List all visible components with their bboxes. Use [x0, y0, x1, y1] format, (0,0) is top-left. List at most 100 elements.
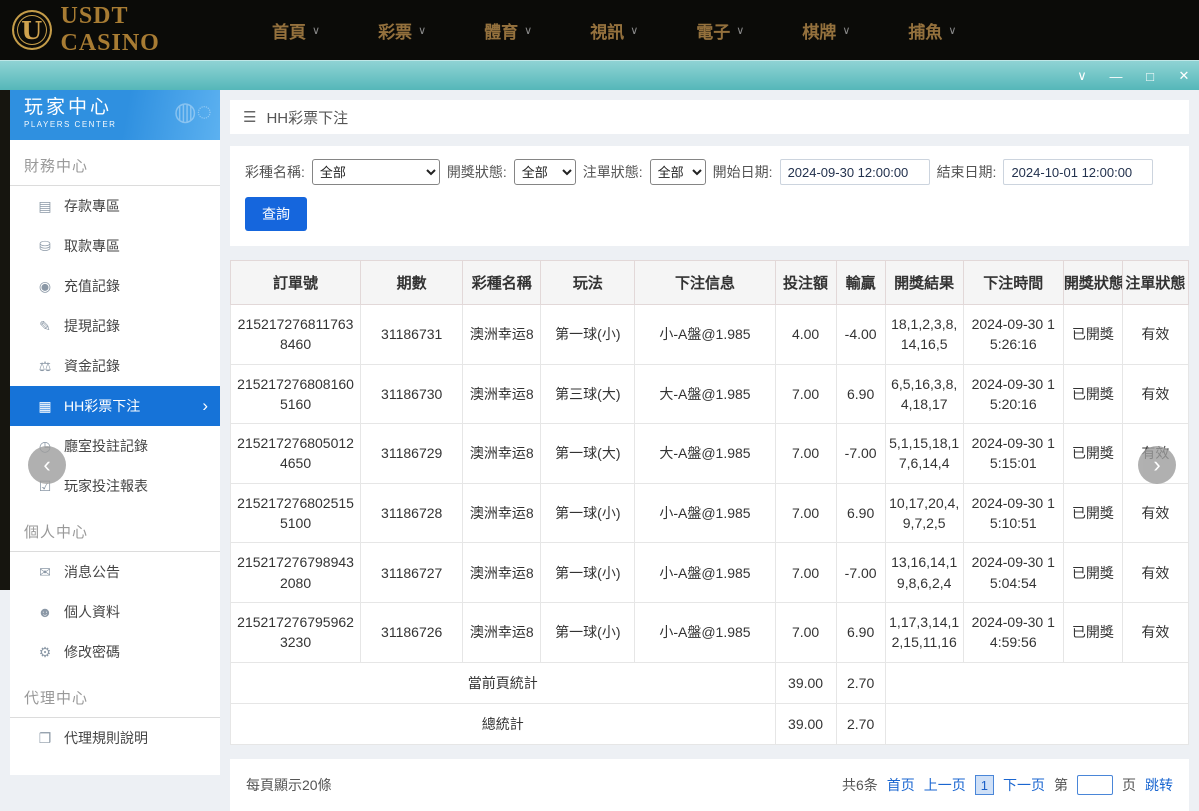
collapse-icon[interactable]: ∨ [1073, 68, 1091, 84]
sidebar-item-gear[interactable]: ⚙ 修改密碼 [10, 632, 220, 672]
withdraw-icon: ⛁ [39, 237, 51, 254]
nav-item-label: 捕魚 [908, 22, 943, 42]
end-date-input[interactable] [1003, 159, 1154, 185]
hamburger-icon[interactable]: ☰ [243, 108, 256, 126]
table-cell: 6,5,16,3,8,4,18,17 [884, 363, 964, 425]
doc-icon: ❐ [38, 729, 52, 746]
table-cell: 2024-09-30 15:26:16 [962, 304, 1064, 365]
sidebar-item-label: 修改密碼 [64, 644, 120, 660]
table-cell: 第一球(大) [540, 423, 636, 484]
bet-status-select[interactable]: 全部 [649, 159, 706, 185]
column-header: 開獎狀態 [1062, 260, 1123, 305]
lottery-type-select[interactable]: 全部 [311, 159, 440, 185]
draw-status-select[interactable]: 全部 [513, 159, 576, 185]
jump-button[interactable]: 跳转 [1145, 775, 1173, 795]
main-content: ☰ HH彩票下注 彩種名稱: 全部 開獎狀態: 全部 注單狀態: 全部 開始日期… [229, 100, 1190, 811]
table-cell: 第三球(大) [540, 363, 636, 425]
pager: 共6条 首页 上一页 1 下一页 第 页 跳转 [842, 775, 1173, 796]
summary-cell: 39.00 [774, 702, 837, 746]
sidebar-item-deposit[interactable]: ▤ 存款專區 [10, 186, 220, 226]
table-cell: 6.90 [835, 482, 886, 544]
sidebar-item-label: 廳室投註記錄 [64, 438, 148, 454]
chevron-down-icon: ∨ [418, 24, 427, 37]
scroll-left-button[interactable]: ‹ [28, 446, 66, 484]
minimize-icon[interactable]: — [1107, 69, 1125, 84]
sidebar-item-withdrawal-record[interactable]: ✎ 提現記錄 [10, 306, 220, 346]
table-cell: 13,16,14,19,8,6,2,4 [884, 542, 964, 603]
sidebar-item-doc[interactable]: ❐ 代理規則說明 [10, 718, 220, 758]
sidebar-item-withdraw[interactable]: ⛁ 取款專區 [10, 226, 220, 266]
close-icon[interactable]: ✕ [1175, 68, 1193, 84]
maximize-icon[interactable]: □ [1141, 69, 1159, 84]
chevron-down-icon: ∨ [842, 24, 851, 37]
nav-item-6[interactable]: 捕魚 ∨ [908, 18, 956, 43]
scroll-right-button[interactable]: › [1138, 446, 1176, 484]
nav-item-0[interactable]: 首頁 ∨ [272, 18, 320, 43]
table-cell: 31186730 [360, 363, 464, 425]
nav-item-2[interactable]: 體育 ∨ [484, 18, 532, 43]
nav-item-4[interactable]: 電子 ∨ [696, 18, 744, 43]
filter-panel: 彩種名稱: 全部 開獎狀態: 全部 注單狀態: 全部 開始日期: 結束日期: 查… [230, 146, 1189, 246]
table-cell: 大-A盤@1.985 [634, 423, 776, 484]
logo-text: USDT CASINO [60, 3, 160, 56]
jump-page-input[interactable] [1077, 775, 1113, 796]
summary-cell: 2.70 [835, 661, 886, 704]
bell-icon: ✉ [39, 563, 51, 580]
table-cell: 有效 [1121, 482, 1190, 544]
bet-status-label: 注單狀態: [582, 164, 643, 180]
table-cell: 2152172768025155100 [229, 482, 362, 544]
sidebar-item-bell[interactable]: ✉ 消息公告 [10, 552, 220, 592]
sidebar-item-user[interactable]: ☻ 個人資料 [10, 592, 220, 632]
sidebar-item-lottery-bet[interactable]: ▦ HH彩票下注 › [10, 386, 220, 426]
start-date-label: 開始日期: [712, 164, 773, 180]
table-cell: 6.90 [835, 601, 886, 663]
table-cell: 2152172767989432080 [229, 542, 362, 603]
table-cell: 第一球(小) [540, 542, 636, 603]
table-cell: 2152172768050124650 [229, 423, 362, 484]
filter-row: 彩種名稱: 全部 開獎狀態: 全部 注單狀態: 全部 開始日期: 結束日期: [245, 159, 1174, 185]
window-controls: ∨ — □ ✕ [1073, 61, 1193, 91]
next-page-link[interactable]: 下一页 [1003, 775, 1045, 795]
start-date-input[interactable] [779, 159, 930, 185]
query-button[interactable]: 查詢 [245, 197, 307, 231]
table-cell: 7.00 [774, 423, 837, 484]
top-bar: U USDT CASINO 首頁 ∨ 彩票 ∨ 體育 ∨ 視訊 ∨ 電子 ∨ 棋牌 ∨ 捕魚 ∨ [0, 0, 1199, 60]
first-page-link[interactable]: 首页 [887, 775, 915, 795]
sidebar-item-recharge-record[interactable]: ◉ 充值記錄 [10, 266, 220, 306]
table-cell: 已開獎 [1062, 363, 1123, 425]
sidebar-item-label: 代理規則說明 [64, 730, 148, 746]
nav-item-label: 體育 [484, 22, 519, 42]
sidebar-item-label: 資金記錄 [64, 358, 120, 374]
nav-item-5[interactable]: 棋牌 ∨ [802, 18, 850, 43]
draw-status-label: 開獎狀態: [446, 164, 507, 180]
table-cell: 31186729 [360, 423, 464, 484]
sidebar-item-funds-record[interactable]: ⚖ 資金記錄 [10, 346, 220, 386]
deposit-icon: ▤ [38, 197, 52, 214]
sidebar-item-label: 玩家投注報表 [64, 478, 148, 494]
jump-suffix-label: 页 [1122, 777, 1136, 794]
table-cell: 第一球(小) [540, 601, 636, 663]
prev-page-link[interactable]: 上一页 [924, 775, 966, 795]
table-cell: -7.00 [835, 423, 886, 484]
column-header: 下注信息 [634, 260, 776, 305]
summary-cell: 2.70 [835, 702, 886, 746]
sidebar-item-label: 充值記錄 [64, 278, 120, 294]
table-panel: 訂單號 期數 彩種名稱 玩法 下注信息 投注額 輸贏 開獎結果 下注時間 開獎狀態 注單狀態 215… [229, 260, 1190, 746]
summary-row: 總統計 39.00 2.70 [230, 702, 1190, 746]
nav-item-3[interactable]: 視訊 ∨ [590, 18, 638, 43]
section-title: 個人中心 [10, 506, 220, 552]
sidebar-item-label: 消息公告 [64, 564, 120, 580]
current-page[interactable]: 1 [974, 775, 994, 796]
column-header: 下注時間 [962, 260, 1064, 305]
chevron-down-icon: ∨ [736, 24, 745, 37]
sidebar-item-label: 取款專區 [64, 238, 120, 254]
sidebar-item-label: 存款專區 [64, 198, 120, 214]
sidebar: 玩家中心 PLAYERS CENTER ◍◌ 財務中心 ▤ 存款專區 ⛁ 取款專區 ◉ 充值… [10, 90, 220, 775]
table-cell: 澳洲幸运8 [462, 363, 542, 425]
table-cell: 小-A盤@1.985 [634, 482, 776, 544]
table-cell: 7.00 [774, 542, 837, 603]
pagination-bar: 每頁顯示20條 共6条 首页 上一页 1 下一页 第 页 跳转 [230, 759, 1189, 811]
summary-cell [884, 661, 1190, 704]
chevron-down-icon: ∨ [630, 24, 639, 37]
nav-item-1[interactable]: 彩票 ∨ [378, 18, 426, 43]
